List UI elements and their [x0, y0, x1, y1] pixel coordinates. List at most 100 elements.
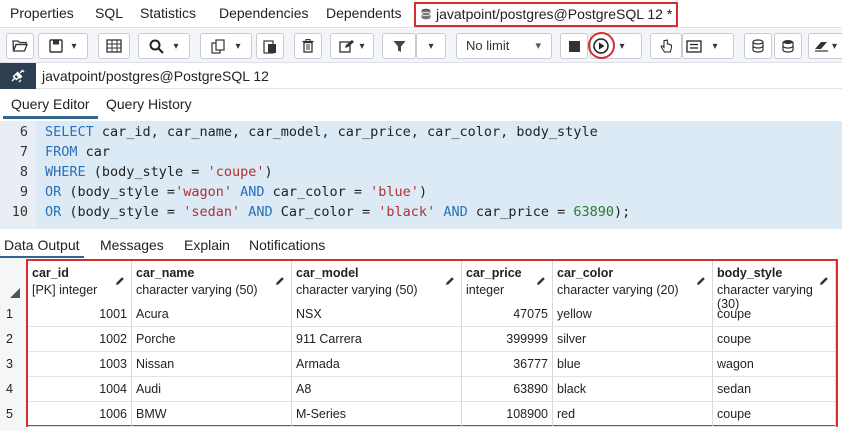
code-text: OR (body_style ='wagon' AND car_color = …	[45, 184, 428, 200]
grid-cell[interactable]: A8	[292, 377, 462, 402]
row-number[interactable]: 1	[0, 302, 26, 327]
explain-button[interactable]	[650, 33, 682, 59]
line-number: 7	[19, 144, 28, 160]
tab-messages[interactable]: Messages	[100, 237, 164, 253]
grid-cell[interactable]: 911 Carrera	[292, 327, 462, 352]
grid-cell[interactable]: NSX	[292, 302, 462, 327]
grid-cell[interactable]: coupe	[713, 402, 836, 427]
connection-label: javatpoint/postgres@PostgreSQL 12	[42, 68, 269, 84]
column-header-body-style[interactable]: body_style character varying (30)	[713, 261, 836, 311]
grid-cell[interactable]: silver	[553, 327, 713, 352]
copy-icon	[211, 38, 226, 54]
grid-cell[interactable]: 1002	[28, 327, 132, 352]
row-number[interactable]: 5	[0, 402, 26, 427]
grid-cell[interactable]: 47075	[462, 302, 553, 327]
grid-cell[interactable]: sedan	[713, 377, 836, 402]
edit-button[interactable]: ▾	[330, 33, 374, 59]
save-button[interactable]: ▾	[38, 33, 88, 59]
row-number[interactable]: 4	[0, 377, 26, 402]
execute-highlight-ring	[588, 32, 615, 59]
tab-dependencies[interactable]: Dependencies	[219, 0, 309, 28]
connection-status-button[interactable]	[0, 63, 36, 89]
column-type: character varying (20)	[557, 283, 679, 297]
grid-cell[interactable]: yellow	[553, 302, 713, 327]
tab-query-history[interactable]: Query History	[106, 96, 192, 112]
grid-cell[interactable]: Audi	[132, 377, 292, 402]
grid-cell[interactable]: 63890	[462, 377, 553, 402]
sql-editor[interactable]: 6 SELECT car_id, car_name, car_model, car…	[0, 121, 842, 229]
row-number[interactable]: 2	[0, 327, 26, 352]
grid-cell[interactable]: wagon	[713, 352, 836, 377]
clear-button[interactable]: ▾	[808, 33, 842, 59]
filter-options-button[interactable]: ▾	[416, 33, 446, 59]
grid-cell[interactable]: Armada	[292, 352, 462, 377]
filter-caret-icon: ▾	[428, 40, 434, 52]
tab-notifications[interactable]: Notifications	[249, 237, 325, 253]
filter-button[interactable]	[382, 33, 416, 59]
tab-statistics[interactable]: Statistics	[140, 0, 196, 28]
tab-dependents[interactable]: Dependents	[326, 0, 402, 28]
database-icon	[421, 8, 431, 20]
column-type: character varying (50)	[296, 283, 418, 297]
column-name: car_id	[32, 266, 69, 280]
data-output-grid: car_id [PK] integer car_name character vary…	[0, 258, 842, 431]
grid-cell[interactable]: BMW	[132, 402, 292, 427]
grid-cell[interactable]: 36777	[462, 352, 553, 377]
save-caret-icon: ▾	[71, 40, 77, 52]
select-all-icon[interactable]	[10, 288, 20, 298]
rollback-button[interactable]	[774, 33, 802, 59]
row-number[interactable]: 3	[0, 352, 26, 377]
grid-cell[interactable]: Porche	[132, 327, 292, 352]
grid-cell[interactable]: black	[553, 377, 713, 402]
editor-tabs: Query Editor Query History	[0, 92, 842, 120]
grid-cell[interactable]: Acura	[132, 302, 292, 327]
commit-button[interactable]	[744, 33, 772, 59]
grid-cell[interactable]: 1006	[28, 402, 132, 427]
filter-icon	[393, 40, 405, 52]
tab-sql[interactable]: SQL	[95, 0, 123, 28]
tab-query-tool[interactable]: javatpoint/postgres@PostgreSQL 12 *	[414, 2, 679, 27]
row-limit-select[interactable]: No limit ▾	[456, 33, 552, 59]
column-type: integer	[466, 283, 505, 297]
tab-data-output[interactable]: Data Output	[0, 237, 83, 258]
pencil-icon	[819, 274, 829, 289]
list-icon	[686, 39, 703, 53]
column-header-car-price[interactable]: car_price integer	[462, 261, 553, 301]
find-button[interactable]: ▾	[138, 33, 190, 59]
pencil-icon	[445, 274, 455, 289]
grid-cell[interactable]: M-Series	[292, 402, 462, 427]
grid-cell[interactable]: coupe	[713, 327, 836, 352]
column-header-car-model[interactable]: car_model character varying (50)	[292, 261, 462, 301]
tab-query-editor[interactable]: Query Editor	[3, 96, 98, 119]
tab-properties[interactable]: Properties	[10, 0, 74, 28]
grid-cell[interactable]: 399999	[462, 327, 553, 352]
code-text: FROM car	[45, 144, 111, 160]
hand-pointer-icon	[660, 38, 672, 52]
find-caret-icon: ▾	[173, 40, 179, 52]
download-csv-button[interactable]: ▾	[682, 33, 734, 59]
column-header-car-color[interactable]: car_color character varying (20)	[553, 261, 713, 301]
plug-icon	[11, 69, 25, 83]
column-header-car-name[interactable]: car_name character varying (50)	[132, 261, 292, 301]
clear-caret-icon: ▾	[831, 40, 838, 52]
trash-icon	[302, 39, 314, 53]
paste-button[interactable]	[256, 33, 284, 59]
chevron-down-icon: ▾	[535, 40, 541, 52]
grid-cell[interactable]: 1001	[28, 302, 132, 327]
open-file-button[interactable]	[6, 33, 34, 59]
tab-explain[interactable]: Explain	[184, 237, 230, 253]
grid-cell[interactable]: 1003	[28, 352, 132, 377]
grid-cell[interactable]: Nissan	[132, 352, 292, 377]
grid-cell[interactable]: 108900	[462, 402, 553, 427]
grid-cell[interactable]: red	[553, 402, 713, 427]
output-tabs: Data Output Messages Explain Notificatio…	[0, 232, 842, 258]
grid-cell[interactable]: blue	[553, 352, 713, 377]
stop-button[interactable]	[560, 33, 588, 59]
grid-cell[interactable]: 1004	[28, 377, 132, 402]
delete-button[interactable]	[294, 33, 322, 59]
copy-button[interactable]: ▾	[200, 33, 252, 59]
grid-cell[interactable]: coupe	[713, 302, 836, 327]
column-header-car-id[interactable]: car_id [PK] integer	[28, 261, 132, 301]
eraser-icon	[814, 42, 828, 52]
grid-button[interactable]	[98, 33, 130, 59]
